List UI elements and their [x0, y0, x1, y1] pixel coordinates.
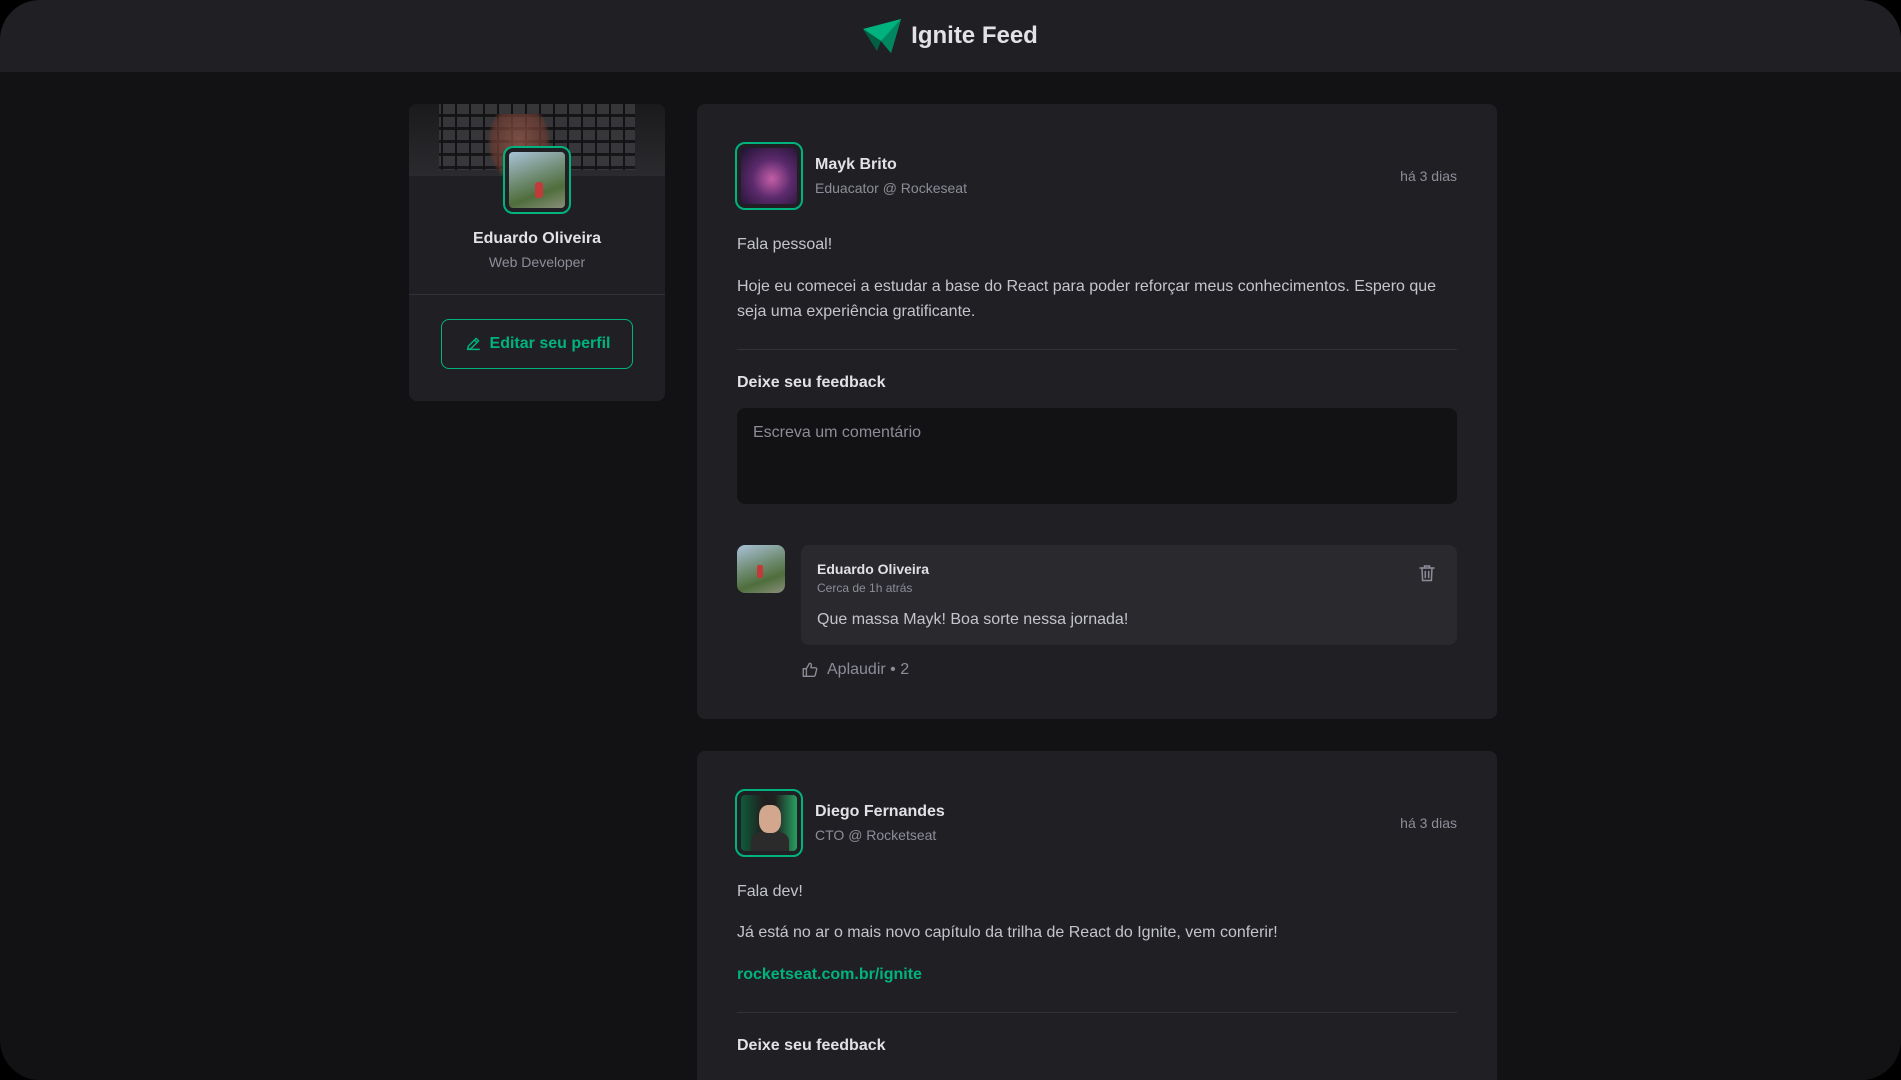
trash-icon	[1419, 565, 1435, 582]
app-window: Ignite Feed Eduardo Oliveira Web Develop…	[0, 0, 1901, 1080]
profile-role: Web Developer	[488, 254, 586, 270]
profile-sidebar: Eduardo Oliveira Web Developer Editar se…	[409, 104, 665, 401]
comment-author: Eduardo Oliveira	[817, 560, 930, 577]
profile-info: Eduardo Oliveira Web Developer	[409, 146, 665, 294]
author-name: Diego Fernandes	[815, 802, 945, 820]
author-role: Eduacator @ Rockeseat	[815, 180, 967, 196]
post-timestamp: há 3 dias	[1400, 168, 1457, 184]
post-author: Mayk Brito Eduacator @ Rockeseat	[735, 142, 967, 210]
post-card: Mayk Brito Eduacator @ Rockeseat há 3 di…	[697, 104, 1497, 719]
post-header: Mayk Brito Eduacator @ Rockeseat há 3 di…	[735, 142, 1457, 210]
edit-profile-label: Editar seu perfil	[489, 335, 611, 352]
post-link[interactable]: rocketseat.com.br/ignite	[737, 966, 922, 983]
feedback-title: Deixe seu feedback	[737, 373, 886, 391]
post-author: Diego Fernandes CTO @ Rocketseat	[735, 788, 945, 857]
profile-name: Eduardo Oliveira	[472, 230, 602, 247]
author-role: CTO @ Rocketseat	[815, 826, 937, 843]
applaud-label: Aplaudir • 2	[827, 660, 910, 678]
applaud-button[interactable]: Aplaudir • 2	[801, 661, 909, 679]
paper-plane-icon	[863, 19, 902, 53]
post-content: Fala dev! Já está no ar o mais novo capí…	[737, 879, 1457, 988]
comment-timestamp: Cerca de 1h atrás	[817, 580, 913, 595]
post-paragraph: Já está no ar o mais novo capítulo da tr…	[737, 924, 1278, 942]
app-title: Ignite Feed	[911, 22, 1038, 49]
author-name: Mayk Brito	[815, 156, 897, 173]
comment-text: Que massa Mayk! Boa sorte nessa jornada!	[817, 610, 1129, 628]
post-content: Fala pessoal! Hoje eu comecei a estudar …	[737, 232, 1457, 325]
divider	[737, 348, 1457, 350]
pencil-icon	[466, 337, 480, 351]
post-paragraph: Fala dev!	[737, 882, 803, 900]
comment-input[interactable]	[737, 407, 1457, 504]
edit-profile-button[interactable]: Editar seu perfil	[441, 319, 633, 369]
feedback-title: Deixe seu feedback	[737, 1036, 886, 1054]
post-card: Diego Fernandes CTO @ Rocketseat há 3 di…	[697, 750, 1497, 1080]
divider	[737, 1011, 1457, 1013]
avatar[interactable]	[503, 146, 571, 214]
post-paragraph: Hoje eu comecei a estudar a base do Reac…	[737, 277, 1437, 321]
post-header: Diego Fernandes CTO @ Rocketseat há 3 di…	[735, 788, 1457, 857]
app-header: Ignite Feed	[0, 0, 1901, 72]
avatar[interactable]	[737, 544, 785, 593]
avatar[interactable]	[735, 142, 803, 210]
delete-comment-button[interactable]	[1417, 561, 1441, 585]
post-paragraph: Fala pessoal!	[737, 236, 833, 253]
comment: Eduardo Oliveira Cerca de 1h atrás Que m…	[737, 544, 1457, 679]
main-layout: Eduardo Oliveira Web Developer Editar se…	[409, 104, 1497, 1080]
post-timestamp: há 3 dias	[1400, 814, 1457, 831]
comment-box: Eduardo Oliveira Cerca de 1h atrás Que m…	[801, 544, 1457, 645]
thumbs-up-icon	[802, 662, 818, 677]
sidebar-footer: Editar seu perfil	[409, 294, 665, 401]
feed: Mayk Brito Eduacator @ Rockeseat há 3 di…	[697, 104, 1497, 1080]
avatar[interactable]	[735, 788, 803, 857]
